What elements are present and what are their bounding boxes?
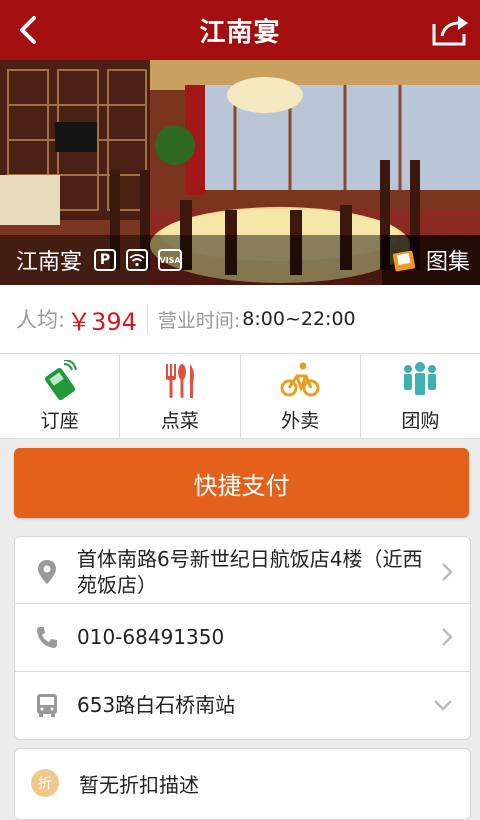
group-icon	[404, 361, 437, 395]
address-row[interactable]: 首体南路6号新世纪日航饭店4楼（近西苑饭店）	[15, 543, 470, 601]
hours-value: 8:00~22:00	[242, 308, 356, 330]
avg-price-label: 人均:	[16, 308, 66, 332]
wifi-icon	[126, 249, 149, 271]
restaurant-name: 江南宴	[16, 250, 83, 275]
chevron-right-icon	[442, 563, 453, 581]
bus-row[interactable]: 653路白石桥南站	[15, 672, 470, 738]
reserve-label: 订座	[40, 409, 79, 432]
price-hours-row: 人均: ￥394 营业时间: 8:00~22:00	[0, 285, 480, 354]
back-arrow-icon[interactable]	[14, 14, 46, 46]
order-dishes-button[interactable]: 点菜	[120, 354, 241, 438]
gallery-button[interactable]: 图集	[382, 235, 480, 285]
gallery-icon	[392, 250, 416, 272]
page-title: 江南宴	[199, 17, 281, 48]
visa-card-icon: VISA	[158, 249, 183, 271]
discount-card: 折 暂无折扣描述	[14, 748, 471, 820]
phone-number: 010-68491350	[77, 625, 225, 649]
detail-card: 首体南路6号新世纪日航饭店4楼（近西苑饭店） 010-68491350 653路…	[14, 536, 471, 740]
group-buy-button[interactable]: 团购	[361, 354, 480, 438]
chevron-down-icon	[434, 700, 452, 711]
divider	[146, 304, 148, 334]
discount-badge-icon: 折	[31, 769, 59, 797]
bicycle-icon	[280, 362, 320, 396]
phone-icon	[44, 359, 77, 400]
phone-row[interactable]: 010-68491350	[15, 604, 470, 670]
avg-price-value: ￥394	[67, 307, 137, 336]
discount-text: 暂无折扣描述	[79, 773, 199, 797]
telephone-icon	[37, 627, 57, 648]
restaurant-photo[interactable]: 江南宴 P VISA 图集	[0, 60, 480, 285]
takeout-label: 外卖	[281, 409, 320, 432]
location-pin-icon	[38, 560, 56, 584]
address-text: 首体南路6号新世纪日航饭店4楼（近西苑饭店）	[77, 547, 423, 597]
reserve-button[interactable]: 订座	[0, 354, 121, 438]
top-bar: 江南宴	[0, 0, 480, 60]
share-icon[interactable]	[430, 12, 470, 48]
gallery-label: 图集	[425, 250, 470, 275]
parking-icon: P	[94, 249, 117, 271]
bus-stop-text: 653路白石桥南站	[77, 693, 236, 717]
action-bar: 订座 点菜 外卖 团购	[0, 354, 480, 439]
cutlery-icon	[165, 363, 194, 398]
takeout-button[interactable]: 外卖	[241, 354, 361, 438]
bus-icon	[37, 694, 57, 717]
order-dishes-label: 点菜	[160, 409, 199, 432]
group-buy-label: 团购	[401, 409, 440, 432]
quick-pay-button[interactable]: 快捷支付	[14, 448, 469, 518]
chevron-right-icon	[442, 628, 453, 646]
hours-label: 营业时间:	[157, 309, 241, 332]
hero-info-bar: 江南宴 P VISA 图集	[0, 235, 480, 285]
